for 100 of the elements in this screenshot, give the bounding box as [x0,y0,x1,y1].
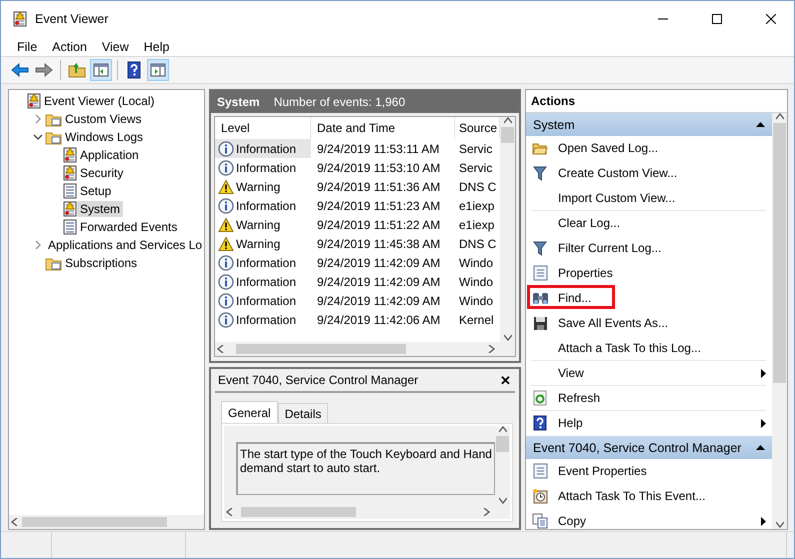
expand-chevron-icon[interactable] [33,114,43,124]
table-cell[interactable]: Servic [455,158,500,177]
table-cell[interactable]: e1iexp [455,196,500,215]
scroll-thumb[interactable] [501,127,514,143]
task-link[interactable]: View [531,361,766,386]
toolbar-button[interactable] [147,59,169,81]
vertical-scrollbar[interactable] [495,426,510,505]
collapse-triangle-icon [756,122,765,127]
table-cell[interactable]: Information [215,253,311,272]
task-link[interactable]: Open Saved Log... [531,136,766,161]
tree-item[interactable]: Forwarded Events [77,219,180,235]
table-cell[interactable]: DNS C [455,177,500,196]
tree-item[interactable]: Applications and Services Lo [45,237,204,253]
section-header[interactable]: Event 7040, Service Control Manager [526,436,772,459]
table-cell[interactable]: Windo [455,272,500,291]
tree-item[interactable]: Custom Views [62,111,144,127]
binoculars-icon [532,290,548,306]
table-cell[interactable]: Information [215,310,311,329]
task-link[interactable]: Import Custom View... [531,186,766,211]
scroll-thumb[interactable] [773,123,786,383]
table-cell[interactable]: Information [215,291,311,310]
task-link[interactable]: Clear Log... [531,211,766,236]
tree-item[interactable]: Event Viewer (Local) [41,93,158,109]
task-link[interactable]: Filter Current Log... [531,236,766,261]
table-cell[interactable]: 9/24/2019 11:45:38 AM [311,234,455,253]
task-link[interactable]: Refresh [531,386,766,411]
horizontal-scrollbar[interactable] [9,515,204,529]
tree-item[interactable]: Windows Logs [62,129,146,145]
vertical-scrollbar[interactable] [500,117,515,342]
table-cell[interactable]: Servic [455,139,500,158]
folder-icon [45,256,62,270]
scroll-thumb[interactable] [241,507,356,517]
table-cell[interactable]: Information [215,272,311,291]
expand-chevron-icon[interactable] [33,240,43,250]
menu-item[interactable]: Help [136,40,176,54]
table-cell[interactable]: DNS C [455,234,500,253]
task-link[interactable]: Create Custom View... [531,161,766,186]
close-button[interactable]: ✕ [496,372,515,388]
table-cell[interactable]: 9/24/2019 11:42:09 AM [311,272,455,291]
collapse-triangle-icon [756,445,765,450]
table-cell[interactable]: 9/24/2019 11:42:06 AM [311,310,455,329]
log-title: System [217,95,260,109]
section-header[interactable]: System [526,113,772,136]
log-icon [63,147,77,163]
warning-icon [218,178,234,194]
scroll-thumb[interactable] [496,436,509,452]
horizontal-scrollbar[interactable] [215,342,515,356]
tree-item[interactable]: System [77,201,124,217]
pane-icon [93,63,109,77]
toolbar-button[interactable] [90,59,112,81]
task-link[interactable]: Properties [531,261,766,286]
table-cell[interactable]: 9/24/2019 11:42:09 AM [311,253,455,272]
menu-item[interactable]: File [10,40,44,54]
tree-item[interactable]: Application [77,147,142,163]
tree-item[interactable]: Security [77,165,126,181]
table-cell[interactable]: Kernel [455,310,500,329]
task-link[interactable]: Help [531,411,766,436]
log-icon [63,165,77,181]
info-icon [218,254,234,270]
table-cell[interactable]: Warning [215,234,311,253]
task-link[interactable]: Attach Task To This Event... [531,484,766,509]
scroll-thumb[interactable] [22,517,167,527]
table-cell[interactable]: e1iexp [455,215,500,234]
folder-icon [532,141,548,155]
vertical-scrollbar[interactable] [772,113,787,529]
table-cell[interactable]: 9/24/2019 11:51:22 AM [311,215,455,234]
tree-item[interactable]: Subscriptions [62,255,140,271]
back-arrow-icon [11,63,29,77]
collapse-chevron-icon[interactable] [33,132,43,142]
task-link[interactable]: Attach a Task To this Log... [531,336,766,361]
funnel-icon [533,240,547,256]
table-cell[interactable]: Windo [455,291,500,310]
table-cell[interactable]: 9/24/2019 11:42:09 AM [311,291,455,310]
table-cell[interactable]: 9/24/2019 11:53:10 AM [311,158,455,177]
task-link[interactable]: Save All Events As... [531,311,766,336]
menu-item[interactable]: View [94,40,136,54]
table-cell[interactable]: 9/24/2019 11:51:36 AM [311,177,455,196]
menu-item[interactable]: Action [45,40,94,54]
submenu-arrow-icon [761,418,766,428]
table-cell[interactable]: Information [215,139,311,158]
detail-title: Event 7040, Service Control Manager [218,373,420,387]
funnel-icon [533,165,547,181]
column-header[interactable]: Date and Time [311,117,455,139]
table-cell[interactable]: Warning [215,177,311,196]
tab[interactable]: General [221,401,278,423]
tab[interactable]: Details [278,403,328,423]
scroll-thumb[interactable] [236,344,406,354]
table-cell[interactable]: 9/24/2019 11:51:23 AM [311,196,455,215]
info-icon [218,292,234,308]
tree-item[interactable]: Setup [77,183,114,199]
task-link[interactable]: Event Properties [531,459,766,484]
log-icon [13,11,27,27]
task-link[interactable]: Find... [531,286,766,311]
clock-icon [532,488,548,504]
table-cell[interactable]: Information [215,196,311,215]
task-link[interactable]: Copy [531,509,766,529]
table-cell[interactable]: Warning [215,215,311,234]
table-cell[interactable]: Information [215,158,311,177]
table-cell[interactable]: 9/24/2019 11:53:11 AM [311,139,455,158]
table-cell[interactable]: Windo [455,253,500,272]
